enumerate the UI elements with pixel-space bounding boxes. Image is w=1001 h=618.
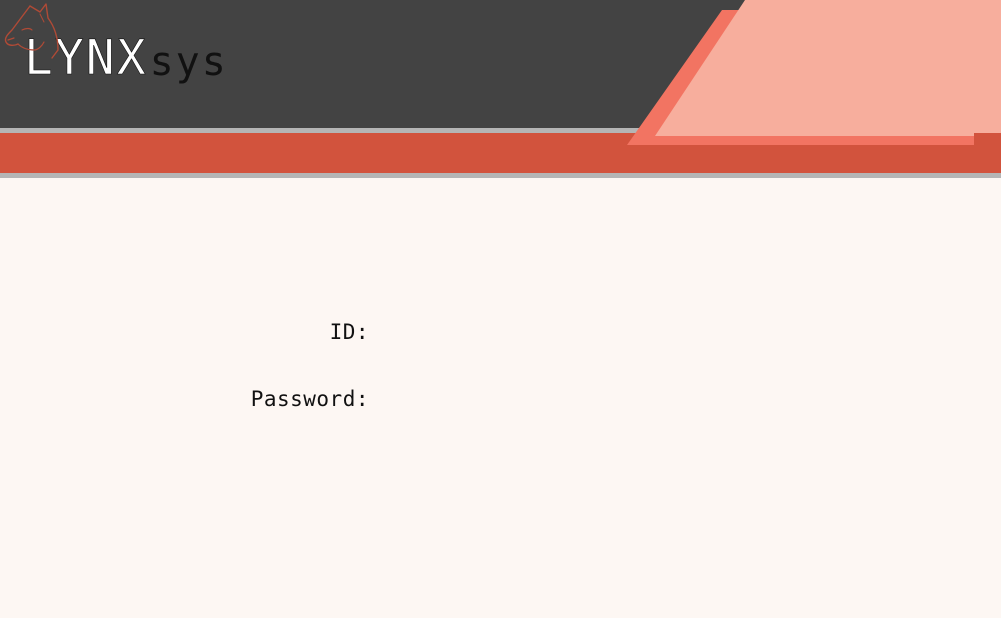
header-banner: LYNX sys <box>0 0 1001 178</box>
lynx-head-icon <box>4 3 59 59</box>
login-page: LYNX sys ID: Password: <box>0 0 1001 618</box>
id-label: ID: <box>329 320 369 344</box>
password-label: Password: <box>250 387 369 411</box>
logo-sub-text: sys <box>149 39 228 85</box>
password-input[interactable] <box>380 385 688 413</box>
login-form: ID: Password: <box>0 178 1001 618</box>
id-input[interactable] <box>380 318 688 346</box>
